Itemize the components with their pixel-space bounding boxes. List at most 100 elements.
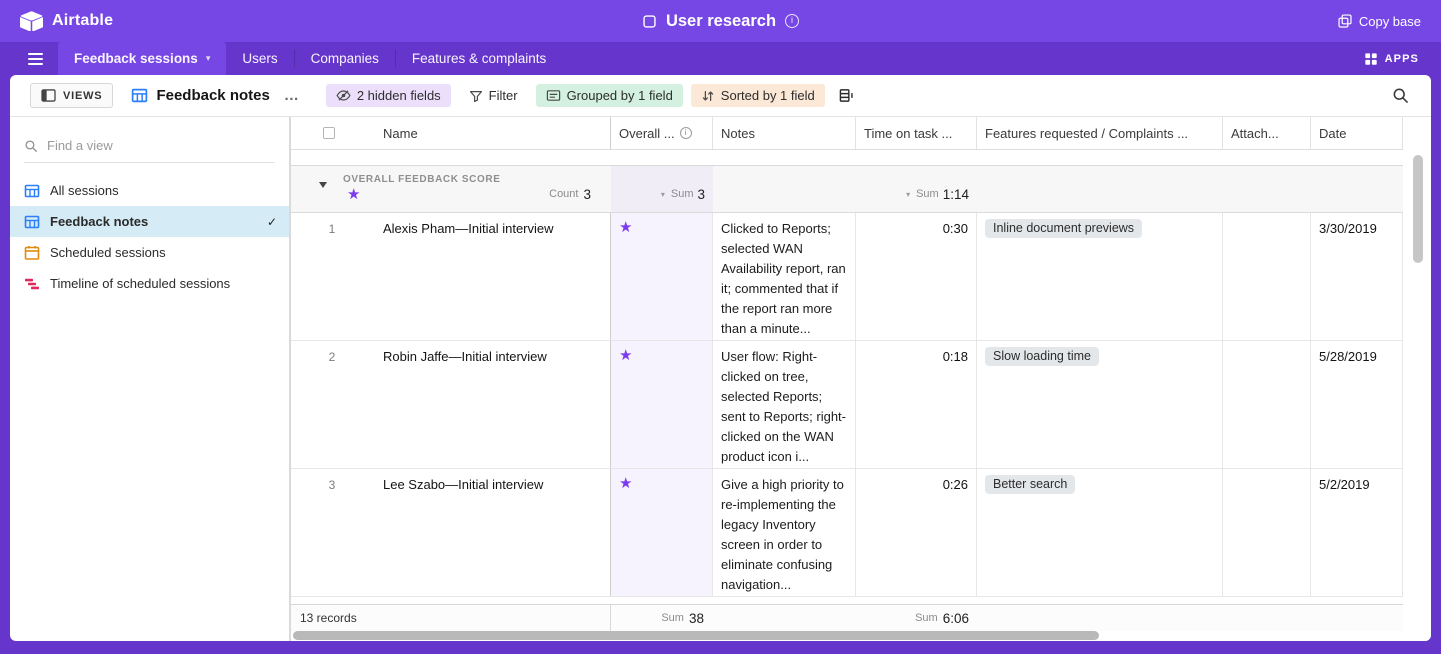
cell-overall-rating[interactable]: ★ (611, 469, 713, 596)
column-header-attachments[interactable]: Attach... (1223, 117, 1311, 149)
sidebar-item-timeline[interactable]: Timeline of scheduled sessions (10, 268, 289, 299)
filter-button[interactable]: Filter (459, 84, 528, 107)
tab-label: Users (242, 51, 278, 66)
cell-overall-rating[interactable]: ★ (611, 341, 713, 468)
info-icon[interactable]: i (679, 127, 692, 139)
find-view-search[interactable] (24, 129, 275, 163)
content-frame: VIEWS Feedback notes … 2 hidden fields F… (0, 75, 1441, 654)
row-height-icon[interactable] (839, 88, 854, 103)
view-title[interactable]: Feedback notes (156, 87, 269, 104)
views-sidebar: All sessions Feedback notes ✓ (10, 117, 291, 641)
tab-companies[interactable]: Companies (295, 42, 395, 75)
table-row: 1 Alexis Pham—Initial interview ★ Clicke… (291, 213, 1403, 341)
info-icon[interactable]: i (785, 14, 800, 28)
views-toggle-button[interactable]: VIEWS (30, 83, 114, 108)
cell-time-on-task[interactable]: 0:26 (856, 469, 977, 596)
feature-tag[interactable]: Better search (985, 475, 1076, 494)
group-button[interactable]: Grouped by 1 field (535, 84, 683, 107)
views-label: VIEWS (63, 89, 103, 102)
horizontal-scrollbar-thumb[interactable] (293, 631, 1099, 640)
group-label: Grouped by 1 field (566, 88, 673, 103)
chevron-down-icon[interactable]: ▾ (906, 190, 910, 199)
horizontal-scrollbar[interactable] (291, 631, 1431, 641)
cell-overall-rating[interactable]: ★ (611, 213, 713, 340)
select-all-checkbox[interactable] (323, 127, 335, 139)
cell-attachments[interactable] (1223, 213, 1311, 340)
feature-tag[interactable]: Inline document previews (985, 219, 1143, 238)
group-header-row: OVERALL FEEDBACK SCORE ★ Count 3 ▾ Sum 3 (291, 165, 1403, 213)
airtable-logo-icon[interactable] (20, 11, 43, 31)
group-overall-sum[interactable]: ▾ Sum 3 (611, 166, 705, 212)
column-label: Overall ... (619, 125, 675, 141)
grid-view-icon (24, 183, 40, 199)
sum-value: 6:06 (942, 610, 969, 626)
group-time-sum[interactable]: ▾ Sum 1:14 (856, 166, 969, 212)
cell-attachments[interactable] (1223, 469, 1311, 596)
apps-button[interactable]: APPS (1364, 42, 1441, 75)
cell-date[interactable]: 3/30/2019 (1311, 213, 1403, 340)
footer-overall-sum[interactable]: Sum 38 (611, 611, 713, 626)
search-icon[interactable] (1392, 87, 1409, 104)
view-item-label: Feedback notes (50, 214, 149, 229)
tab-feedback-sessions[interactable]: Feedback sessions ▾ (58, 42, 227, 75)
cell-features[interactable]: Inline document previews (977, 213, 1223, 340)
view-menu-button[interactable]: … (284, 87, 300, 104)
chevron-down-icon[interactable]: ▾ (206, 53, 211, 64)
cell-name[interactable]: Robin Jaffe—Initial interview (373, 341, 611, 468)
cell-date[interactable]: 5/2/2019 (1311, 469, 1403, 596)
chevron-down-icon[interactable]: ▾ (661, 190, 665, 199)
column-header-name[interactable]: Name (373, 117, 611, 149)
group-count: Count 3 (291, 166, 591, 212)
copy-icon (1338, 14, 1352, 28)
cell-time-on-task[interactable]: 0:30 (856, 213, 977, 340)
sidebar-item-all-sessions[interactable]: All sessions (10, 175, 289, 206)
copy-base-button[interactable]: Copy base (1338, 14, 1421, 29)
cell-attachments[interactable] (1223, 341, 1311, 468)
count-value: 3 (583, 186, 591, 202)
feature-tag[interactable]: Slow loading time (985, 347, 1099, 366)
copy-base-label: Copy base (1358, 13, 1421, 29)
cell-date[interactable]: 5/28/2019 (1311, 341, 1403, 468)
footer-time-sum[interactable]: Sum 6:06 (856, 611, 977, 626)
row-number[interactable]: 3 (291, 469, 373, 596)
row-number[interactable]: 2 (291, 341, 373, 468)
cell-notes[interactable]: Give a high priority to re-implementing … (713, 469, 856, 596)
table-row: 2 Robin Jaffe—Initial interview ★ User f… (291, 341, 1403, 469)
tab-users[interactable]: Users (226, 42, 293, 75)
base-icon (642, 14, 657, 29)
view-item-label: All sessions (50, 183, 119, 198)
sort-button[interactable]: Sorted by 1 field (690, 84, 825, 107)
base-title[interactable]: User research (666, 12, 776, 31)
menu-icon[interactable] (0, 42, 58, 75)
cell-notes[interactable]: User flow: Right-clicked on tree, select… (713, 341, 856, 468)
cell-notes[interactable]: Clicked to Reports; selected WAN Availab… (713, 213, 856, 340)
cell-features[interactable]: Slow loading time (977, 341, 1223, 468)
find-view-input[interactable] (47, 138, 275, 153)
column-header-overall[interactable]: Overall ... i (611, 117, 713, 149)
cell-name[interactable]: Alexis Pham—Initial interview (373, 213, 611, 340)
app-name[interactable]: Airtable (52, 12, 113, 30)
sum-value: 1:14 (942, 186, 969, 202)
hidden-fields-button[interactable]: 2 hidden fields (325, 84, 451, 107)
tab-features-complaints[interactable]: Features & complaints (396, 42, 562, 75)
column-header-notes[interactable]: Notes (713, 117, 856, 149)
grid-view-icon (131, 87, 148, 104)
sidebar-toggle-icon (41, 89, 56, 102)
row-number[interactable]: 1 (291, 213, 373, 340)
cell-name[interactable]: Lee Szabo—Initial interview (373, 469, 611, 596)
column-header-features[interactable]: Features requested / Complaints ... (977, 117, 1223, 149)
table-tab-bar: Feedback sessions ▾ Users Companies Feat… (0, 42, 1441, 75)
vertical-scrollbar-thumb[interactable] (1413, 155, 1423, 263)
sidebar-item-scheduled-sessions[interactable]: Scheduled sessions (10, 237, 289, 268)
view-item-label: Timeline of scheduled sessions (50, 276, 231, 291)
column-header-time-on-task[interactable]: Time on task ... (856, 117, 977, 149)
sum-label: Sum (916, 188, 939, 200)
cell-time-on-task[interactable]: 0:18 (856, 341, 977, 468)
sidebar-item-feedback-notes[interactable]: Feedback notes ✓ (10, 206, 289, 237)
sum-label: Sum (915, 612, 938, 624)
content-panel: VIEWS Feedback notes … 2 hidden fields F… (10, 75, 1431, 641)
column-header-date[interactable]: Date (1311, 117, 1403, 149)
view-item-label: Scheduled sessions (50, 245, 166, 260)
cell-features[interactable]: Better search (977, 469, 1223, 596)
tab-label: Companies (310, 51, 379, 66)
